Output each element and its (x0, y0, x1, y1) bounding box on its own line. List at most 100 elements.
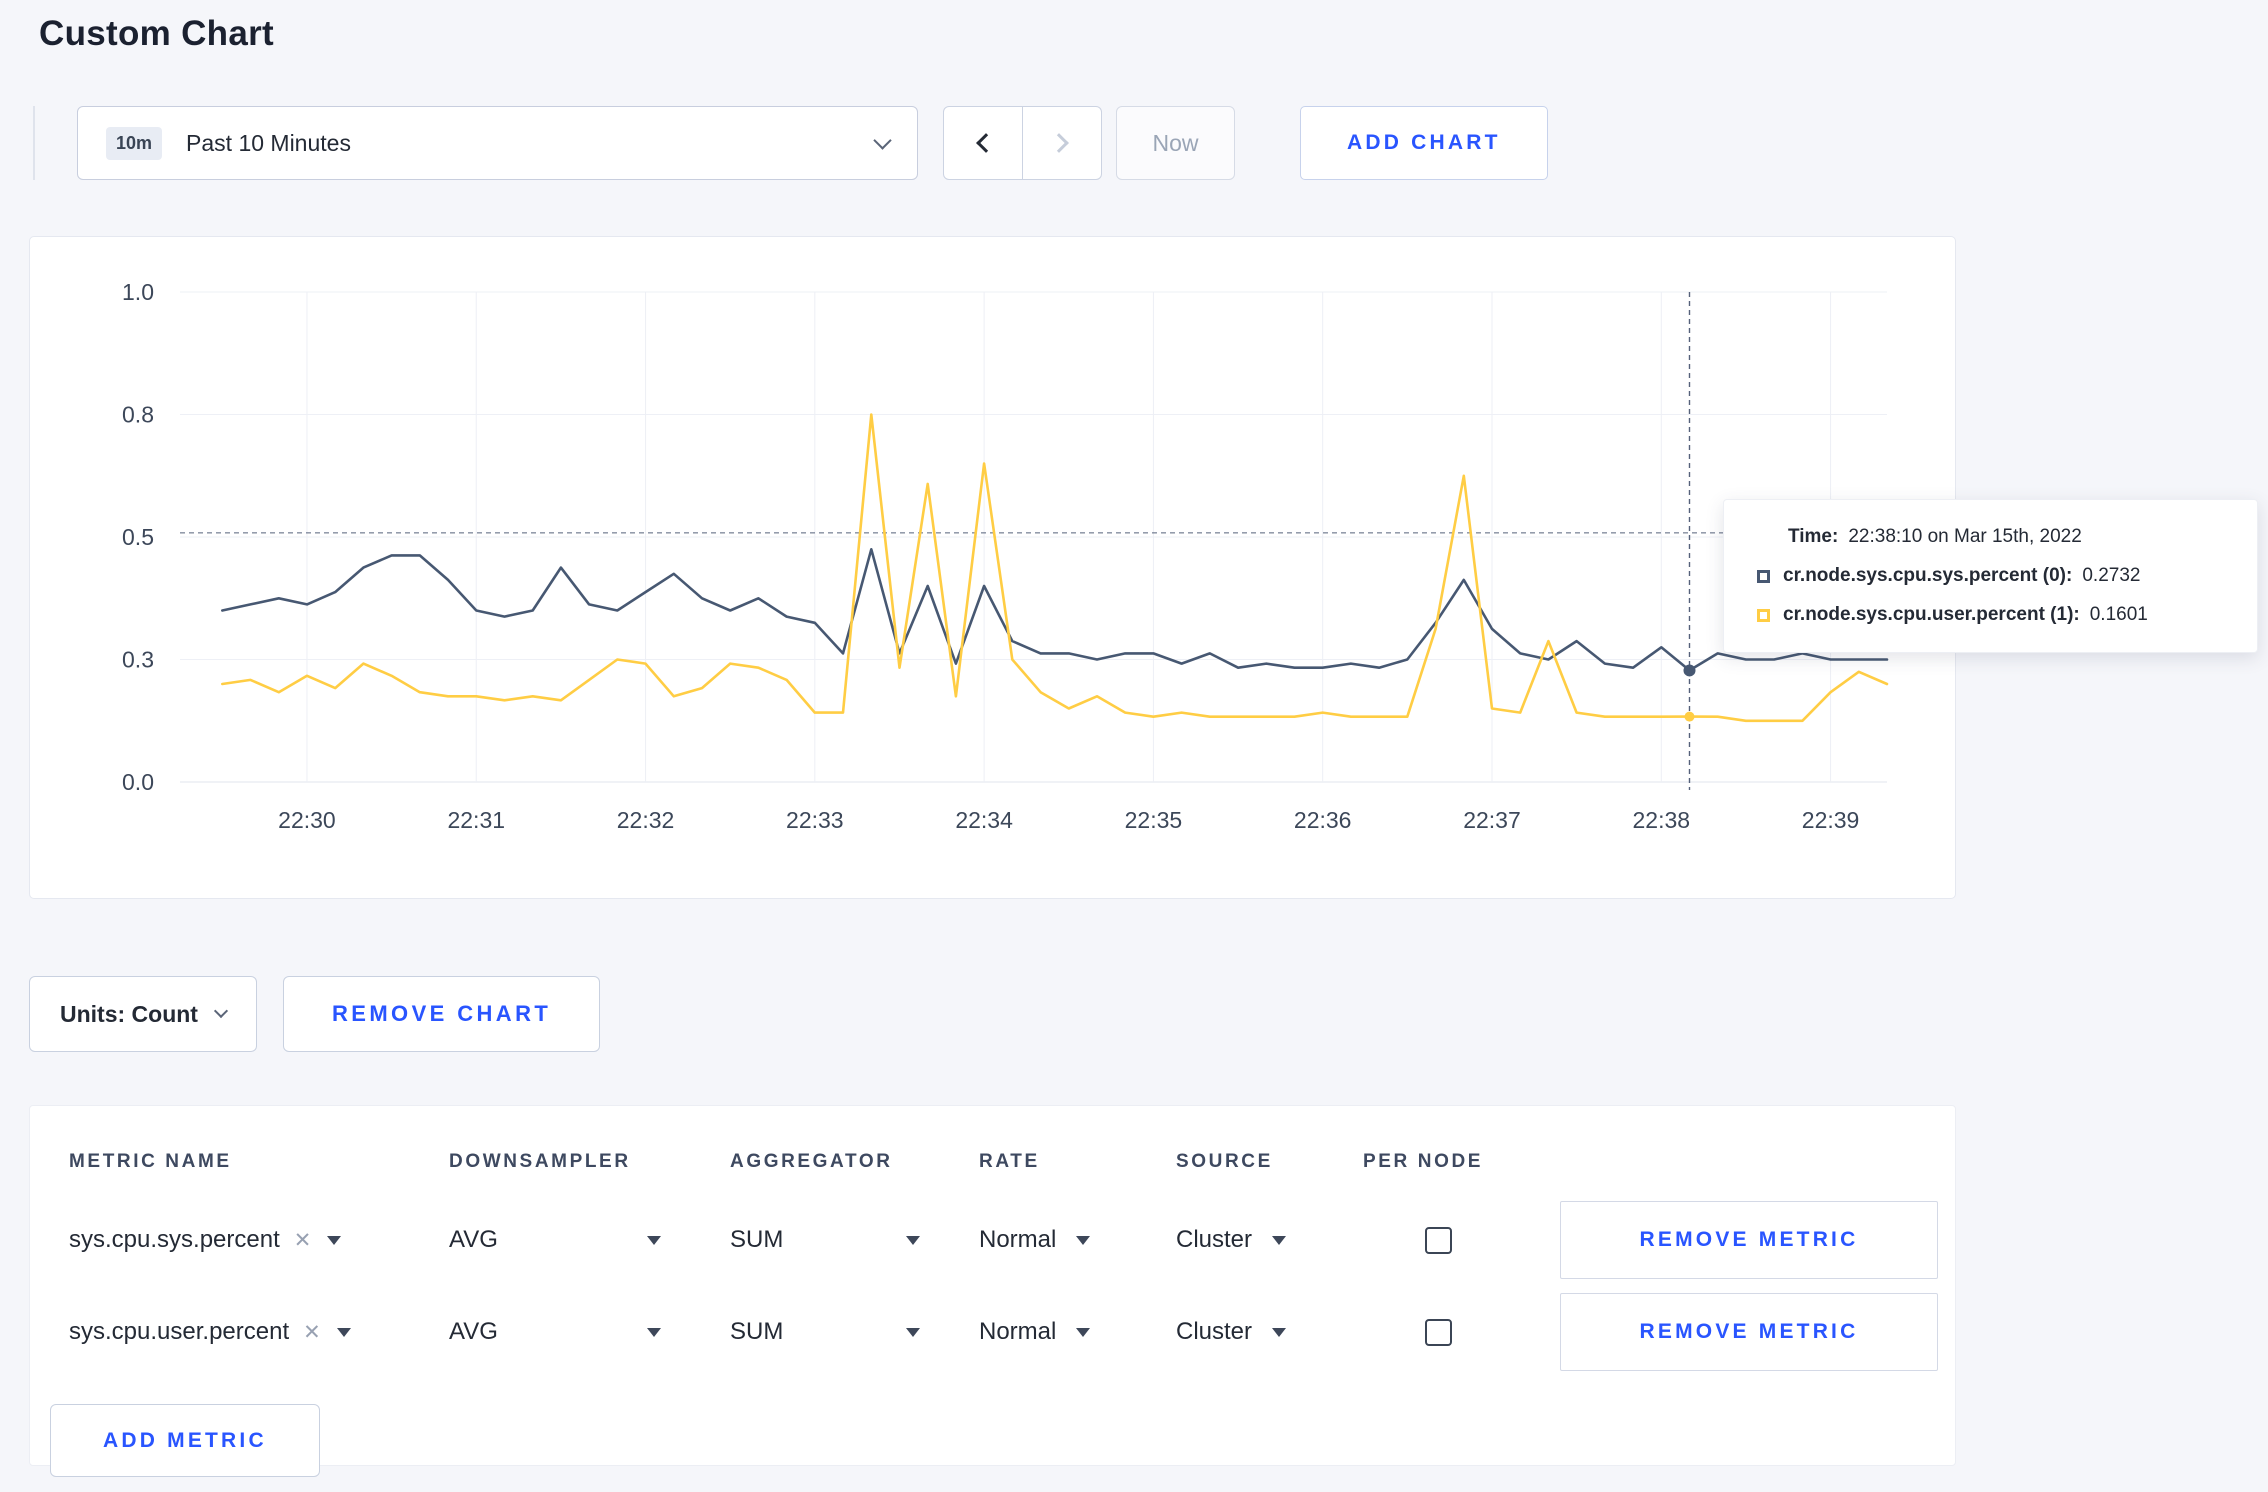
metrics-header-row: METRIC NAME DOWNSAMPLER AGGREGATOR RATE … (69, 1130, 1935, 1194)
caret-down-icon (1272, 1235, 1287, 1245)
svg-text:0.3: 0.3 (122, 647, 154, 673)
series-swatch (1757, 569, 1770, 583)
metric-row: sys.cpu.user.percent ✕ AVG SUM Normal Cl… (69, 1286, 1938, 1378)
chart-controls: 10m Past 10 Minutes Now ADD CHART (29, 106, 2239, 180)
per-node-checkbox[interactable] (1425, 1318, 1452, 1346)
caret-down-icon (327, 1235, 342, 1245)
column-header-downsampler: DOWNSAMPLER (449, 1151, 631, 1172)
per-node-checkbox[interactable] (1425, 1226, 1452, 1254)
svg-text:22:37: 22:37 (1463, 807, 1521, 833)
per-node-cell (1363, 1226, 1560, 1254)
downsampler-value: AVG (449, 1226, 498, 1253)
caret-down-icon (906, 1235, 920, 1245)
rate-value: Normal (979, 1226, 1057, 1253)
svg-text:22:39: 22:39 (1802, 807, 1860, 833)
source-select[interactable]: Cluster (1176, 1226, 1363, 1254)
remove-metric-button[interactable]: REMOVE METRIC (1560, 1293, 1938, 1371)
remove-chart-button[interactable]: REMOVE CHART (282, 976, 601, 1052)
controls-divider (33, 106, 35, 180)
aggregator-value: SUM (730, 1318, 784, 1345)
downsampler-select[interactable]: AVG (449, 1226, 661, 1254)
aggregator-select[interactable]: SUM (730, 1226, 920, 1254)
metric-name-value: sys.cpu.sys.percent (69, 1226, 280, 1253)
svg-text:0.8: 0.8 (122, 402, 154, 428)
caret-down-icon (906, 1327, 920, 1337)
column-header-source: SOURCE (1176, 1151, 1273, 1172)
rate-select[interactable]: Normal (979, 1226, 1176, 1254)
chart-toolbar: Units: Count REMOVE CHART (29, 976, 2239, 1052)
time-range-label: Past 10 Minutes (186, 129, 351, 156)
tooltip-time-value: 22:38:10 on Mar 15th, 2022 (1848, 526, 2082, 547)
now-button[interactable]: Now (1116, 106, 1235, 180)
units-select[interactable]: Units: Count (29, 976, 257, 1052)
source-value: Cluster (1176, 1318, 1253, 1345)
caret-down-icon (1272, 1327, 1287, 1337)
series-swatch (1757, 608, 1770, 622)
clear-metric-icon[interactable]: ✕ (294, 1228, 312, 1253)
column-header-metric-name: METRIC NAME (69, 1151, 232, 1172)
tooltip-metric-value: 0.2732 (2082, 565, 2141, 586)
caret-down-icon (647, 1235, 661, 1245)
tooltip-entry: cr.node.sys.cpu.sys.percent (0): 0.2732 (1757, 565, 2231, 587)
tooltip-time-label: Time: (1788, 526, 1839, 547)
column-header-per-node: PER NODE (1363, 1151, 1484, 1172)
tooltip-metric-label: cr.node.sys.cpu.user.percent (1): (1783, 604, 2080, 625)
time-range-select[interactable]: 10m Past 10 Minutes (77, 106, 918, 180)
rate-select[interactable]: Normal (979, 1318, 1176, 1346)
chart-tooltip: Time: 22:38:10 on Mar 15th, 2022 cr.node.… (1723, 499, 2258, 653)
rate-value: Normal (979, 1318, 1057, 1345)
page-title: Custom Chart (39, 14, 274, 53)
column-header-aggregator: AGGREGATOR (730, 1151, 893, 1172)
clear-metric-icon[interactable]: ✕ (303, 1320, 321, 1345)
tooltip-metric-label: cr.node.sys.cpu.sys.percent (0): (1783, 565, 2073, 586)
per-node-cell (1363, 1318, 1560, 1346)
time-step-group (943, 106, 1102, 180)
tooltip-metric-value: 0.1601 (2089, 604, 2148, 625)
svg-text:22:33: 22:33 (786, 807, 844, 833)
downsampler-select[interactable]: AVG (449, 1318, 661, 1346)
actions-cell: REMOVE METRIC (1560, 1293, 1938, 1371)
aggregator-value: SUM (730, 1226, 784, 1253)
source-value: Cluster (1176, 1226, 1253, 1253)
svg-text:22:38: 22:38 (1632, 807, 1690, 833)
custom-chart-page: Custom Chart 10m Past 10 Minutes Now ADD… (0, 14, 2268, 1477)
metric-name-select[interactable]: sys.cpu.sys.percent ✕ (69, 1226, 449, 1254)
units-label: Units: Count (60, 1000, 198, 1027)
metrics-table: METRIC NAME DOWNSAMPLER AGGREGATOR RATE … (29, 1105, 1956, 1477)
metric-name-value: sys.cpu.user.percent (69, 1318, 290, 1345)
time-range-badge: 10m (106, 126, 163, 160)
svg-text:1.0: 1.0 (122, 279, 154, 305)
svg-text:22:35: 22:35 (1125, 807, 1183, 833)
add-chart-button[interactable]: ADD CHART (1300, 106, 1548, 180)
remove-metric-button[interactable]: REMOVE METRIC (1560, 1201, 1938, 1279)
chevron-down-icon (213, 1003, 229, 1019)
source-select[interactable]: Cluster (1176, 1318, 1363, 1346)
prev-time-button[interactable] (943, 106, 1023, 180)
chevron-down-icon (873, 130, 892, 150)
aggregator-select[interactable]: SUM (730, 1318, 920, 1346)
chevron-left-icon (976, 133, 996, 153)
chart-svg[interactable]: 0.0 0.3 0.5 0.8 1.0 22:30 22:31 22:32 22:33 22:34… (30, 237, 1957, 900)
tooltip-entry: cr.node.sys.cpu.user.percent (1): 0.1601 (1757, 604, 2231, 626)
next-time-button[interactable] (1022, 106, 1102, 180)
downsampler-value: AVG (449, 1318, 498, 1345)
add-metric-button[interactable]: ADD METRIC (50, 1404, 320, 1477)
tooltip-time-row: Time: 22:38:10 on Mar 15th, 2022 (1757, 526, 2231, 548)
svg-text:0.0: 0.0 (122, 769, 154, 795)
actions-cell: REMOVE METRIC (1560, 1201, 1938, 1279)
column-header-rate: RATE (979, 1151, 1040, 1172)
svg-text:22:34: 22:34 (955, 807, 1013, 833)
svg-text:22:32: 22:32 (617, 807, 675, 833)
svg-text:0.5: 0.5 (122, 524, 154, 550)
caret-down-icon (1076, 1235, 1091, 1245)
caret-down-icon (336, 1327, 351, 1337)
chevron-right-icon (1049, 133, 1069, 153)
metric-name-select[interactable]: sys.cpu.user.percent ✕ (69, 1318, 449, 1346)
svg-text:22:36: 22:36 (1294, 807, 1352, 833)
caret-down-icon (1076, 1327, 1091, 1337)
svg-text:22:31: 22:31 (447, 807, 505, 833)
metric-row: sys.cpu.sys.percent ✕ AVG SUM Normal Clu… (69, 1194, 1938, 1286)
caret-down-icon (647, 1327, 661, 1337)
chart-card: 0.0 0.3 0.5 0.8 1.0 22:30 22:31 22:32 22:33 22:34… (29, 236, 2258, 900)
svg-text:22:30: 22:30 (278, 807, 336, 833)
